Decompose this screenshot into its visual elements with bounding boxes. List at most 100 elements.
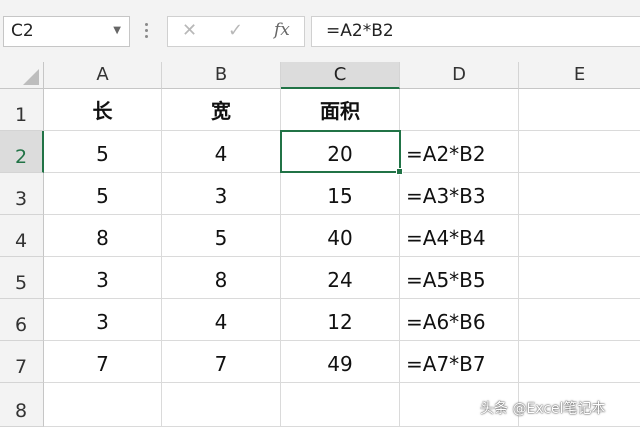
cell-c3[interactable]: 15 [281,173,400,215]
cell-text: 5 [214,226,228,250]
cell-text: 3 [96,310,109,334]
row-number: 4 [15,230,28,252]
cell-e5[interactable] [519,257,640,299]
row-header-1[interactable]: 1 [0,89,44,131]
enter-icon[interactable]: ✓ [228,20,243,41]
cell-e2[interactable] [519,131,640,173]
cell-d2[interactable]: =A2*B2 [400,131,519,173]
cell-text: 49 [327,352,353,376]
cell-a8[interactable] [44,383,162,427]
cell-e4[interactable] [519,215,640,257]
chevron-down-icon[interactable]: ▼ [113,25,121,36]
cell-a3[interactable]: 5 [44,173,162,215]
cell-text: 15 [327,184,353,208]
cell-text: 12 [327,310,353,334]
drag-handle-icon[interactable] [143,20,149,40]
cell-text: =A2*B2 [406,142,486,166]
column-header-d[interactable]: D [400,62,519,89]
cell-text: =A7*B7 [406,352,486,376]
row-header-7[interactable]: 7 [0,341,44,383]
cell-text: 长 [92,99,113,123]
cell-text: 8 [96,226,109,250]
cell-b1[interactable]: 宽 [162,89,281,131]
cell-d4[interactable]: =A4*B4 [400,215,519,257]
cell-e7[interactable] [519,341,640,383]
formula-input-value: =A2*B2 [326,21,394,41]
cell-c1[interactable]: 面积 [281,89,400,131]
cell-b7[interactable]: 7 [162,341,281,383]
row-header-3[interactable]: 3 [0,173,44,215]
cell-b8[interactable] [162,383,281,427]
name-box[interactable]: C2 ▼ [3,16,130,47]
cell-b3[interactable]: 3 [162,173,281,215]
cell-b6[interactable]: 4 [162,299,281,341]
cell-text: 24 [327,268,353,292]
cell-text: 40 [327,226,353,250]
row-header-4[interactable]: 4 [0,215,44,257]
cell-a2[interactable]: 5 [44,131,162,173]
cell-c8[interactable] [281,383,400,427]
cell-text: 20 [327,142,353,166]
cell-d6[interactable]: =A6*B6 [400,299,519,341]
cell-d7[interactable]: =A7*B7 [400,341,519,383]
fill-handle[interactable] [396,168,403,175]
cell-text: 3 [214,184,228,208]
cell-text: 面积 [320,99,360,123]
row-number: 2 [15,146,28,168]
cancel-icon[interactable]: ✕ [182,20,197,41]
cell-c4[interactable]: 40 [281,215,400,257]
cell-c5[interactable]: 24 [281,257,400,299]
formula-bar: C2 ▼ ✕ ✓ fx =A2*B2 [0,0,640,62]
cell-a5[interactable]: 3 [44,257,162,299]
cell-text: 7 [96,352,109,376]
cell-text: 8 [214,268,228,292]
column-header-b[interactable]: B [162,62,281,89]
row-number: 3 [15,188,28,210]
cell-text: 5 [96,184,109,208]
row-number: 7 [15,356,28,378]
select-all-button[interactable] [0,62,44,89]
name-box-value: C2 [11,21,34,41]
column-header-c[interactable]: C [281,62,400,89]
row-header-5[interactable]: 5 [0,257,44,299]
cell-text: 宽 [211,99,231,123]
formula-input[interactable]: =A2*B2 [311,16,640,47]
cell-text: 4 [214,310,228,334]
cell-a6[interactable]: 3 [44,299,162,341]
cell-text: =A3*B3 [406,184,486,208]
cell-e6[interactable] [519,299,640,341]
cell-a1[interactable]: 长 [44,89,162,131]
row-number: 1 [15,104,28,126]
cell-text: 3 [96,268,109,292]
row-header-6[interactable]: 6 [0,299,44,341]
cell-c7[interactable]: 49 [281,341,400,383]
row-number: 8 [15,400,28,422]
cell-a7[interactable]: 7 [44,341,162,383]
cell-text: =A6*B6 [406,310,486,334]
cell-text: =A5*B5 [406,268,486,292]
cell-b5[interactable]: 8 [162,257,281,299]
cell-d3[interactable]: =A3*B3 [400,173,519,215]
row-number: 6 [15,314,28,336]
cell-c6[interactable]: 12 [281,299,400,341]
cell-d1[interactable] [400,89,519,131]
column-header-a[interactable]: A [44,62,162,89]
row-header-2[interactable]: 2 [0,131,44,173]
cell-b4[interactable]: 5 [162,215,281,257]
insert-function-icon[interactable]: fx [274,20,290,40]
cell-a4[interactable]: 8 [44,215,162,257]
cell-text: 4 [214,142,228,166]
cell-text: 5 [96,142,109,166]
cell-text: 7 [214,352,228,376]
cell-e3[interactable] [519,173,640,215]
row-number: 5 [15,272,28,294]
row-header-8[interactable]: 8 [0,383,44,427]
formula-buttons: ✕ ✓ fx [167,16,305,47]
cell-b2[interactable]: 4 [162,131,281,173]
cell-text: =A4*B4 [406,226,486,250]
cell-d5[interactable]: =A5*B5 [400,257,519,299]
column-header-e[interactable]: E [519,62,640,89]
cell-e1[interactable] [519,89,640,131]
cell-c2[interactable]: 20 [281,131,400,173]
watermark: 头条 @Excel笔记本 [480,401,606,417]
